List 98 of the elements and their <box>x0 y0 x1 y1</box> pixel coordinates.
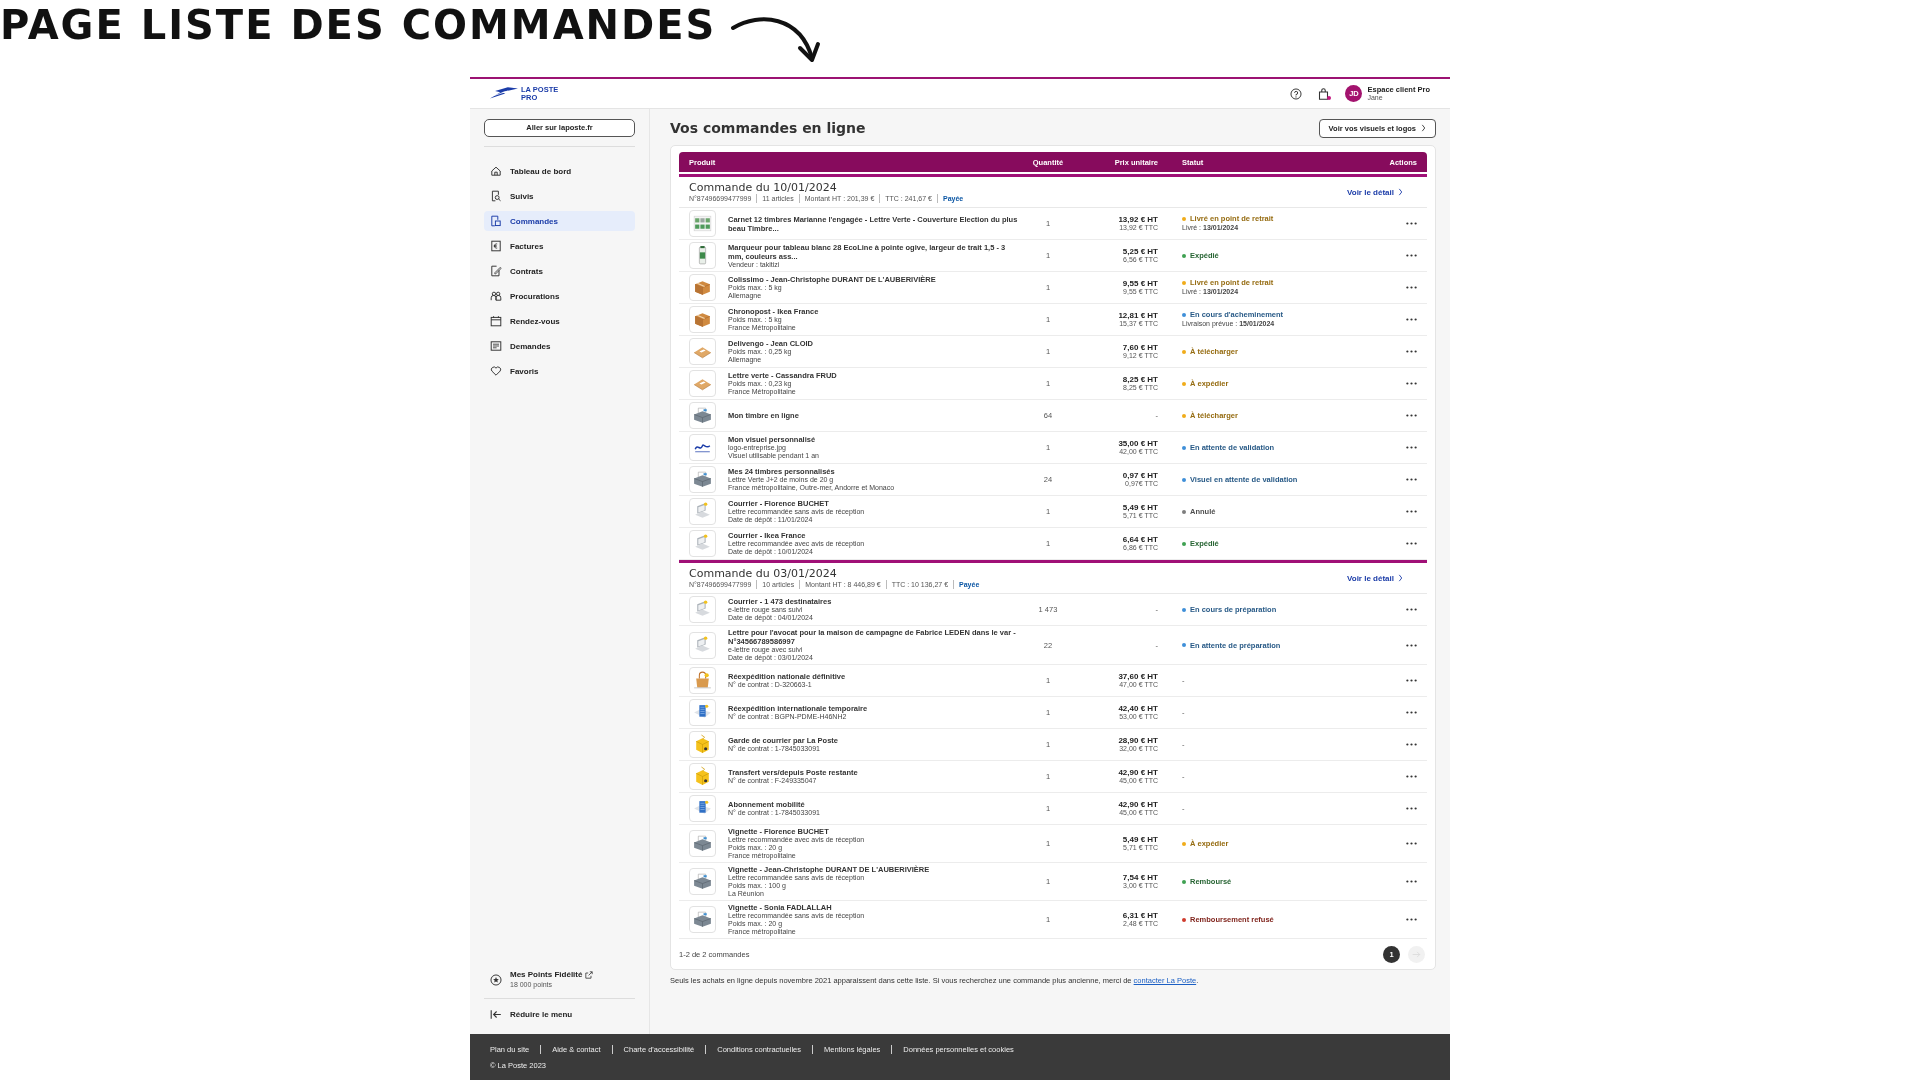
price-excl-tax: 5,49 € HT <box>1122 502 1158 512</box>
price-excl-tax: 9,55 € HT <box>1122 278 1158 288</box>
more-icon <box>1406 807 1417 810</box>
search-document-icon <box>490 190 502 202</box>
nav-item[interactable]: Procurations <box>484 286 635 306</box>
more-icon <box>1406 286 1417 289</box>
chevron-right-icon <box>1398 188 1403 196</box>
star-badge-icon <box>490 973 502 986</box>
more-icon <box>1406 918 1417 921</box>
heart-icon <box>490 365 502 377</box>
order-document-icon <box>490 215 502 227</box>
arrow-right-icon <box>1412 950 1421 958</box>
more-button[interactable] <box>1406 643 1417 647</box>
calendar-icon <box>490 315 502 327</box>
more-button[interactable] <box>1406 880 1417 883</box>
more-icon <box>1406 711 1417 714</box>
invoice-icon <box>490 240 502 252</box>
chevron-right-icon <box>1398 574 1403 582</box>
nav-item[interactable]: Demandes <box>484 336 635 356</box>
price-excl-tax: 42,90 € HT <box>1118 767 1158 777</box>
more-button[interactable] <box>1406 286 1417 289</box>
price-excl-tax: 7,54 € HT <box>1122 872 1158 882</box>
more-icon <box>1406 254 1417 257</box>
home-icon <box>490 165 502 177</box>
more-icon <box>1406 542 1417 545</box>
nav-item[interactable]: Favoris <box>484 361 635 381</box>
nav-item[interactable]: Factures <box>484 236 635 256</box>
more-icon <box>1406 222 1417 225</box>
price-excl-tax: 6,31 € HT <box>1122 910 1158 920</box>
price-excl-tax: 37,60 € HT <box>1118 671 1158 681</box>
price-excl-tax: 42,40 € HT <box>1118 703 1158 713</box>
price-excl-tax: 5,25 € HT <box>1122 246 1158 256</box>
nav-item[interactable]: Commandes <box>484 211 635 231</box>
more-icon <box>1406 382 1417 385</box>
loyalty-link[interactable]: Mes Points Fidélité <box>510 970 583 980</box>
more-icon <box>1406 880 1417 883</box>
logo-icon <box>694 442 711 453</box>
more-icon <box>1406 775 1417 778</box>
order-title: Commande du 10/01/2024 <box>689 181 838 194</box>
more-icon <box>1406 446 1417 449</box>
more-button[interactable] <box>1406 542 1417 545</box>
price-excl-tax: 7,60 € HT <box>1122 342 1158 352</box>
more-icon <box>1406 643 1417 647</box>
price-excl-tax: 13,92 € HT <box>1118 214 1158 224</box>
detail-link[interactable]: Voir le détail <box>1347 187 1403 197</box>
price-excl-tax: 6,64 € HT <box>1122 534 1158 544</box>
more-button[interactable] <box>1406 446 1417 449</box>
chevron-right-icon <box>1421 124 1426 132</box>
price-excl-tax: 28,90 € HT <box>1118 735 1158 745</box>
price-excl-tax: 12,81 € HT <box>1118 310 1158 320</box>
more-button[interactable] <box>1406 350 1417 353</box>
more-button[interactable] <box>1406 222 1417 225</box>
more-button[interactable] <box>1406 711 1417 714</box>
nav-item[interactable]: Suivis <box>484 186 635 206</box>
cart-icon[interactable] <box>1318 87 1330 100</box>
more-button[interactable] <box>1406 254 1417 257</box>
more-button[interactable] <box>1406 478 1417 481</box>
bird-logo-icon <box>490 87 518 100</box>
contract-icon <box>490 265 502 277</box>
more-button[interactable] <box>1406 318 1417 321</box>
page-title: Vos commandes en ligne <box>670 120 866 136</box>
slide-title: PAGE LISTE DES COMMANDES <box>0 1 717 50</box>
more-icon <box>1406 510 1417 513</box>
more-icon <box>1406 478 1417 481</box>
more-button[interactable] <box>1406 775 1417 778</box>
more-button[interactable] <box>1406 414 1417 417</box>
order-title: Commande du 03/01/2024 <box>689 567 838 580</box>
price-excl-tax: 0,97 € HT <box>1122 470 1158 480</box>
price-excl-tax: 8,25 € HT <box>1122 374 1158 384</box>
detail-link[interactable]: Voir le détail <box>1347 573 1403 583</box>
nav-item[interactable]: Contrats <box>484 261 635 281</box>
collapse-menu-button[interactable]: Réduire le menu <box>484 1009 635 1020</box>
more-button[interactable] <box>1406 807 1417 810</box>
more-button[interactable] <box>1406 510 1417 513</box>
external-link-icon[interactable] <box>585 971 594 979</box>
more-button[interactable] <box>1406 679 1417 682</box>
more-button[interactable] <box>1406 743 1417 746</box>
more-icon <box>1406 679 1417 682</box>
collapse-arrow-icon <box>490 1009 502 1020</box>
more-button[interactable] <box>1406 918 1417 921</box>
price-excl-tax: 42,90 € HT <box>1118 799 1158 809</box>
bag-outline-icon <box>1318 87 1330 100</box>
more-button[interactable] <box>1406 382 1417 385</box>
help-icon[interactable] <box>1290 87 1303 100</box>
more-icon <box>1406 743 1417 746</box>
nav-item[interactable]: Rendez-vous <box>484 311 635 331</box>
request-list-icon <box>490 340 502 352</box>
more-button[interactable] <box>1406 608 1417 611</box>
nav-item[interactable]: Tableau de bord <box>484 161 635 181</box>
more-icon <box>1406 318 1417 321</box>
price-excl-tax: 5,49 € HT <box>1122 834 1158 844</box>
more-button[interactable] <box>1406 842 1417 845</box>
more-icon <box>1406 608 1417 611</box>
more-icon <box>1406 350 1417 353</box>
more-icon <box>1406 842 1417 845</box>
price-excl-tax: 35,00 € HT <box>1118 438 1158 448</box>
more-icon <box>1406 414 1417 417</box>
people-icon <box>490 290 502 302</box>
